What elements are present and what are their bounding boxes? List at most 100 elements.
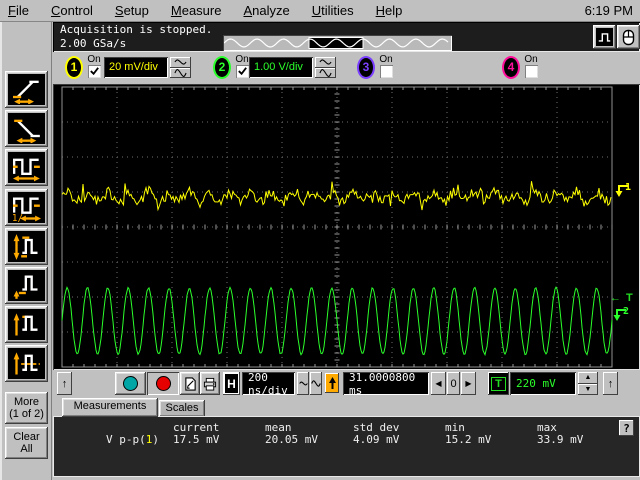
waveform-overview-scrollbar[interactable] bbox=[223, 35, 452, 51]
pulse-icon bbox=[596, 28, 613, 46]
note-icon bbox=[184, 377, 197, 391]
scale-decrease-button[interactable] bbox=[315, 57, 336, 68]
timebase-display[interactable]: 200 ns/div bbox=[242, 372, 295, 395]
mouse-mode-button[interactable] bbox=[617, 25, 640, 49]
fall-time-icon bbox=[8, 113, 45, 144]
horizontal-position-display[interactable]: 31.0000800 ms bbox=[343, 372, 429, 395]
vpp-mean: 20.05 mV bbox=[265, 433, 318, 446]
tab-measurements[interactable]: Measurements bbox=[62, 398, 158, 417]
v-max-icon bbox=[8, 309, 45, 340]
pulse-mode-button[interactable] bbox=[593, 25, 616, 49]
channel-2-scale-buttons bbox=[315, 57, 336, 78]
scale-decrease-button[interactable] bbox=[170, 57, 191, 68]
timebase-decrease-button[interactable] bbox=[297, 372, 309, 395]
run-button[interactable] bbox=[115, 372, 146, 395]
channel-3-on-group: On bbox=[378, 54, 394, 78]
menu-utilities[interactable]: Utilities bbox=[301, 1, 365, 21]
copy-screen-button[interactable] bbox=[180, 372, 200, 395]
vpp-current: 17.5 mV bbox=[173, 433, 219, 446]
v-max-button[interactable] bbox=[5, 306, 48, 343]
channel-1-badge[interactable]: 1 bbox=[65, 56, 83, 79]
v-min-button[interactable] bbox=[5, 267, 48, 304]
svg-text:1/: 1/ bbox=[11, 212, 22, 221]
help-button[interactable]: ? bbox=[619, 420, 634, 436]
trigger-menu-button[interactable]: T bbox=[488, 372, 509, 395]
channel-2-badge[interactable]: 2 bbox=[213, 56, 231, 79]
mouse-icon bbox=[620, 28, 637, 46]
small-sine-icon bbox=[299, 380, 308, 387]
vpp-min: 15.2 mV bbox=[445, 433, 491, 446]
measurement-row-vpp: V p-p(1) 17.5 mV 20.05 mV 4.09 mV 15.2 m… bbox=[54, 433, 639, 445]
small-sine-icon bbox=[319, 58, 332, 66]
trigger-level-marker[interactable]: ← T bbox=[610, 292, 634, 304]
measurement-sidebar: 1/ bbox=[0, 22, 52, 480]
zero-position-button[interactable]: 0 bbox=[447, 372, 460, 395]
clock: 6:19 PM bbox=[585, 3, 640, 18]
menu-measure[interactable]: Measure bbox=[160, 1, 233, 21]
up-arrow-icon bbox=[328, 377, 337, 390]
waveform-display: 1 ← T 2 bbox=[53, 84, 640, 370]
scroll-up-right-button[interactable]: ↑ bbox=[603, 372, 618, 395]
v-average-icon bbox=[8, 348, 45, 379]
period-icon bbox=[8, 152, 45, 183]
channel-3-on-checkbox[interactable] bbox=[380, 65, 393, 78]
scale-increase-button[interactable] bbox=[170, 68, 191, 79]
spin-up-button[interactable]: ▲ bbox=[578, 372, 598, 384]
measurements-panel: Measurements Scales current mean std dev… bbox=[53, 398, 640, 480]
channel-2-ground-marker[interactable]: 2 bbox=[612, 308, 636, 324]
vpp-std-dev: 4.09 mV bbox=[353, 433, 399, 446]
v-average-button[interactable] bbox=[5, 345, 48, 382]
more-measurements-button[interactable]: More (1 of 2) bbox=[5, 392, 48, 424]
rise-time-button[interactable] bbox=[5, 71, 48, 108]
menu-file[interactable]: File bbox=[0, 1, 40, 21]
check-icon bbox=[237, 66, 248, 77]
horizontal-menu-button[interactable]: H bbox=[223, 372, 240, 395]
scale-increase-button[interactable] bbox=[315, 68, 336, 79]
measurement-label: V p-p(1) bbox=[106, 433, 159, 446]
channel-2-scale-display[interactable]: 1.00 V/div bbox=[249, 57, 313, 78]
channel-controls-row: 1 On 20 mV/div 2 bbox=[53, 52, 640, 84]
v-peak-to-peak-button[interactable] bbox=[5, 228, 48, 265]
channel-1-ground-marker[interactable]: 1 bbox=[614, 184, 638, 200]
measurements-header-row: current mean std dev min max bbox=[54, 421, 639, 433]
spin-down-button[interactable]: ▼ bbox=[578, 384, 598, 396]
menu-analyze[interactable]: Analyze bbox=[232, 1, 300, 21]
channel-4-on-checkbox[interactable] bbox=[525, 65, 538, 78]
print-button[interactable] bbox=[200, 372, 220, 395]
channel-1-scale-display[interactable]: 20 mV/div bbox=[104, 57, 168, 78]
trigger-level-spinner: ▲ ▼ bbox=[578, 372, 598, 395]
menu-setup[interactable]: Setup bbox=[104, 1, 160, 21]
stop-icon bbox=[156, 376, 171, 391]
trigger-level-display[interactable]: 220 mV bbox=[510, 372, 576, 395]
clear-all-button[interactable]: Clear All bbox=[5, 427, 48, 459]
large-sine-icon bbox=[174, 68, 187, 78]
vpp-max: 33.9 mV bbox=[537, 433, 583, 446]
menu-help[interactable]: Help bbox=[365, 1, 414, 21]
status-bar: Acquisition is stopped.2.00 GSa/s bbox=[53, 22, 640, 52]
channel-3-badge[interactable]: 3 bbox=[357, 56, 375, 79]
frequency-button[interactable]: 1/ bbox=[5, 189, 48, 226]
menu-control[interactable]: Control bbox=[40, 1, 104, 21]
channel-1-on-checkbox[interactable] bbox=[88, 65, 101, 78]
pan-right-button[interactable]: ▶ bbox=[461, 372, 476, 395]
scroll-up-left-button[interactable]: ↑ bbox=[57, 372, 72, 395]
frequency-icon: 1/ bbox=[8, 192, 45, 223]
large-sine-icon bbox=[319, 68, 332, 78]
channel-2-on-checkbox[interactable] bbox=[236, 65, 249, 78]
acquisition-status: Acquisition is stopped.2.00 GSa/s bbox=[60, 23, 212, 51]
small-sine-icon bbox=[174, 58, 187, 66]
v-peak-to-peak-icon bbox=[8, 231, 45, 262]
channel-1-on-group: On bbox=[86, 54, 102, 78]
tab-scales[interactable]: Scales bbox=[159, 400, 205, 417]
check-icon bbox=[89, 66, 100, 77]
stop-button[interactable] bbox=[147, 372, 179, 395]
period-button[interactable] bbox=[5, 149, 48, 186]
measurements-table: current mean std dev min max V p-p(1) 17… bbox=[53, 416, 640, 477]
timebase-increase-button[interactable] bbox=[310, 372, 322, 395]
fall-time-button[interactable] bbox=[5, 110, 48, 147]
trigger-position-button[interactable] bbox=[325, 373, 339, 393]
large-sine-icon bbox=[311, 379, 321, 388]
overview-waveform bbox=[224, 37, 449, 49]
pan-left-button[interactable]: ◀ bbox=[431, 372, 446, 395]
channel-4-badge[interactable]: 4 bbox=[502, 56, 520, 79]
